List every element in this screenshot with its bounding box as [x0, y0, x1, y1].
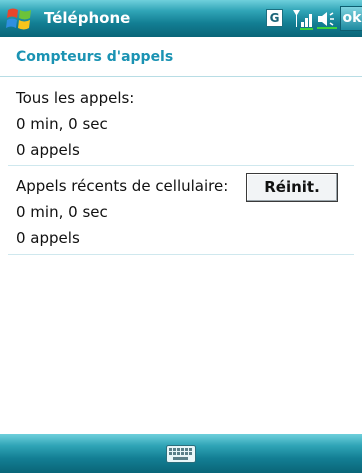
section-header: Compteurs d'appels [0, 37, 362, 77]
recent-calls-count: 0 appels [16, 229, 80, 247]
network-g-icon[interactable]: G [266, 9, 283, 27]
recent-calls-duration: 0 min, 0 sec [16, 203, 108, 221]
windows-start-icon[interactable] [4, 4, 34, 33]
all-calls-label: Tous les appels: [16, 89, 135, 107]
ok-button[interactable]: ok [340, 6, 362, 31]
divider [8, 254, 354, 255]
all-calls-duration: 0 min, 0 sec [16, 115, 108, 133]
keyboard-icon[interactable] [166, 445, 196, 463]
recent-calls-label: Appels récents de cellulaire: [16, 177, 229, 195]
bottom-bar [0, 434, 362, 473]
app-title: Téléphone [44, 9, 131, 27]
volume-icon[interactable] [317, 9, 337, 29]
section-title: Compteurs d'appels [16, 49, 174, 65]
all-calls-count: 0 appels [16, 141, 80, 159]
title-bar: Téléphone G ok [0, 0, 362, 37]
signal-strength-icon[interactable] [292, 7, 314, 31]
reset-button[interactable]: Réinit. [246, 173, 338, 202]
divider [8, 165, 354, 166]
